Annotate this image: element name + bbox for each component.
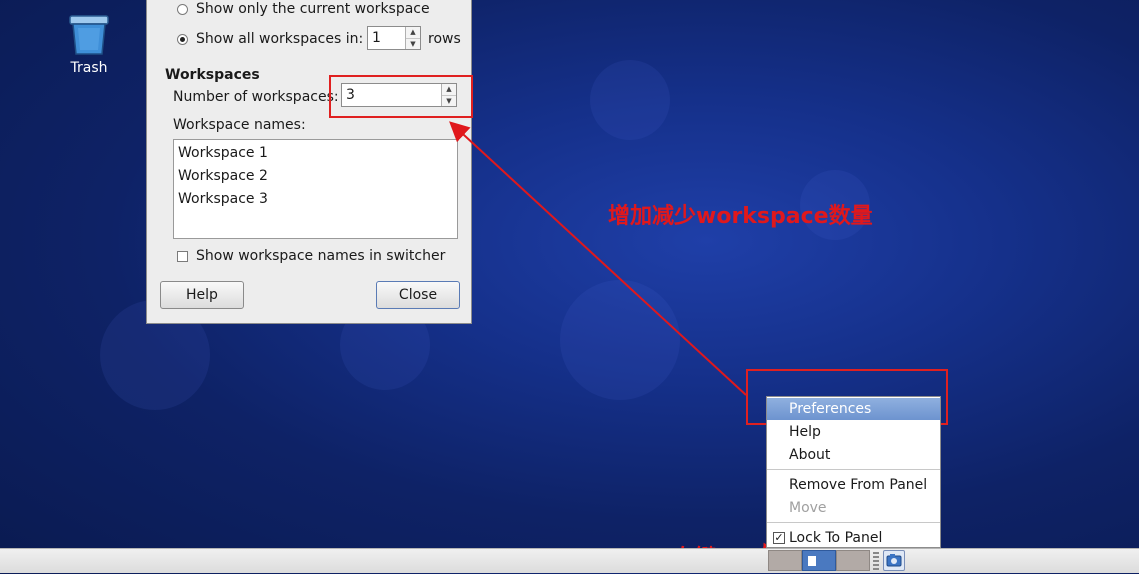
arrow-to-spinbox (449, 121, 747, 396)
annotation-note-main: 增加减少workspace数量 (608, 204, 873, 229)
checkbox-icon: ✓ (773, 531, 785, 544)
menu-item-move: Move (789, 500, 827, 516)
menu-item-remove-from-panel[interactable]: Remove From Panel (767, 474, 940, 496)
screenshot-applet-button[interactable] (883, 550, 905, 571)
workspace-2-button-active[interactable] (802, 550, 836, 571)
menu-separator (767, 522, 940, 523)
annotation-arrows (449, 121, 792, 573)
panel-drag-handle[interactable] (873, 552, 879, 570)
menu-item-lock-to-panel[interactable]: ✓ Lock To Panel (767, 527, 940, 549)
menu-item-lock-label: Lock To Panel (789, 530, 883, 546)
bottom-panel (0, 548, 1139, 573)
workspace-1-button[interactable] (768, 550, 802, 571)
screenshot-applet-icon (886, 554, 902, 567)
workspace-3-button[interactable] (836, 550, 870, 571)
window-thumbnail (808, 556, 816, 566)
menu-separator (767, 469, 940, 470)
menu-item-help[interactable]: Help (767, 421, 940, 443)
panel-context-menu: Preferences Help About Remove From Panel… (766, 396, 941, 548)
menu-item-about[interactable]: About (767, 444, 940, 466)
menu-item-preferences[interactable]: Preferences (767, 398, 940, 420)
